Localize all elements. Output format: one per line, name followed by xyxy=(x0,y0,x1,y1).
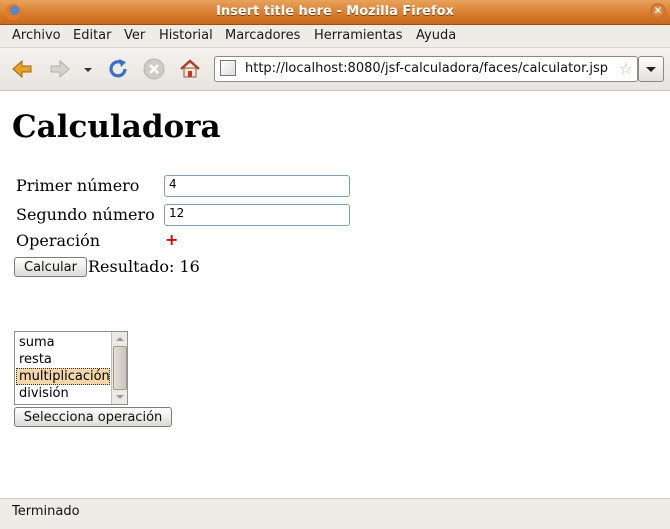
window-title: Insert title here - Mozilla Firefox xyxy=(216,4,454,19)
forward-arrow-icon[interactable] xyxy=(48,57,72,81)
reload-icon[interactable] xyxy=(106,57,130,81)
list-option-resta[interactable]: resta xyxy=(16,351,110,368)
window-titlebar: Insert title here - Mozilla Firefox ✕ xyxy=(0,0,670,25)
first-number-input[interactable]: 4 xyxy=(164,175,350,197)
status-text: Terminado xyxy=(12,504,80,519)
bookmark-star-icon[interactable]: ☆ xyxy=(619,59,633,78)
menu-archivo[interactable]: Archivo xyxy=(12,28,61,43)
page-content: Calculadora Primer número 4 Segundo núme… xyxy=(0,91,670,498)
menu-editar[interactable]: Editar xyxy=(73,28,112,43)
operation-label: Operación xyxy=(16,231,101,250)
history-dropdown-icon[interactable] xyxy=(80,57,96,81)
menu-ver[interactable]: Ver xyxy=(124,28,145,43)
listbox-scrollbar[interactable] xyxy=(111,332,127,404)
address-bar[interactable]: http://localhost:8080/jsf-calculadora/fa… xyxy=(214,56,638,82)
url-history-dropdown[interactable] xyxy=(638,56,664,82)
second-number-label: Segundo número xyxy=(16,205,155,224)
operation-listbox[interactable]: suma resta multiplicación división xyxy=(14,331,128,405)
menu-historial[interactable]: Historial xyxy=(159,28,213,43)
second-number-input[interactable]: 12 xyxy=(164,204,350,226)
result-text: Resultado: 16 xyxy=(88,257,200,276)
first-number-label: Primer número xyxy=(16,176,140,195)
status-bar: Terminado xyxy=(0,498,670,529)
operation-symbol: + xyxy=(165,230,179,249)
menu-herramientas[interactable]: Herramientas xyxy=(314,28,403,43)
select-operation-button[interactable]: Selecciona operación xyxy=(14,407,172,427)
back-arrow-icon[interactable] xyxy=(10,57,34,81)
site-identity-icon[interactable] xyxy=(220,60,236,76)
calculate-button[interactable]: Calcular xyxy=(14,257,87,277)
navigation-toolbar: http://localhost:8080/jsf-calculadora/fa… xyxy=(0,48,670,91)
menu-marcadores[interactable]: Marcadores xyxy=(225,28,300,43)
list-option-multiplicacion[interactable]: multiplicación xyxy=(16,368,110,385)
page-title: Calculadora xyxy=(12,109,221,145)
menu-ayuda[interactable]: Ayuda xyxy=(416,28,456,43)
scrollbar-thumb[interactable] xyxy=(113,346,127,390)
menu-bar: Archivo Editar Ver Historial Marcadores … xyxy=(0,25,670,48)
home-icon[interactable] xyxy=(178,57,202,81)
window-close-icon[interactable]: ✕ xyxy=(650,3,666,19)
list-option-suma[interactable]: suma xyxy=(16,334,110,351)
stop-icon[interactable] xyxy=(142,57,166,81)
scroll-up-icon[interactable] xyxy=(112,332,127,346)
list-option-division[interactable]: división xyxy=(16,385,110,402)
url-text[interactable]: http://localhost:8080/jsf-calculadora/fa… xyxy=(245,61,608,76)
scroll-down-icon[interactable] xyxy=(112,390,127,404)
